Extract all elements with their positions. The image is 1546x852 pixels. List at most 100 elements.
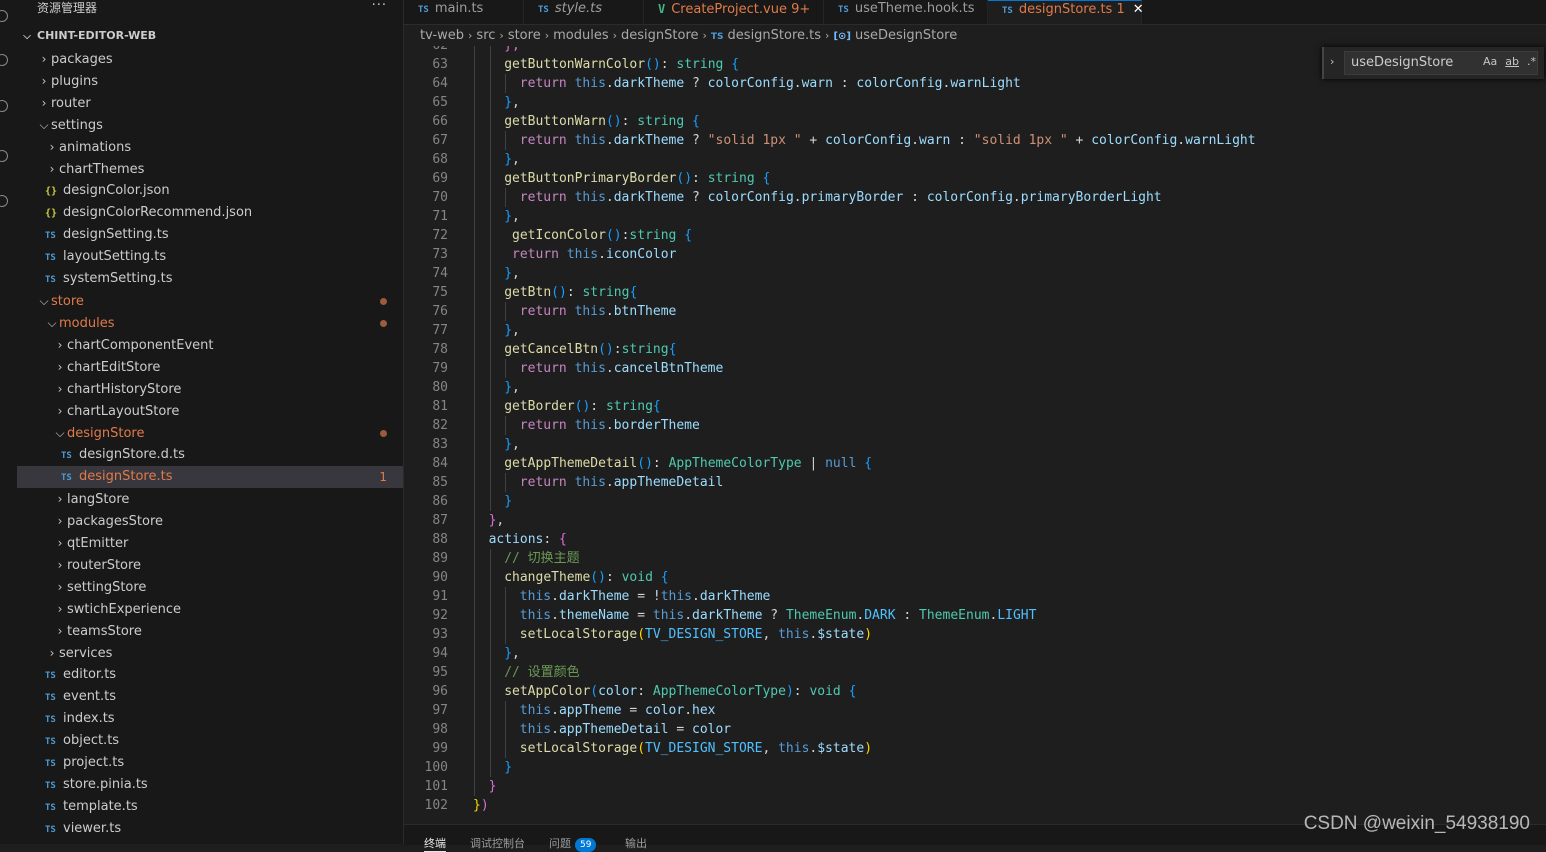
tree-file[interactable]: TS template.ts <box>17 796 403 818</box>
tree-folder[interactable]: › router <box>17 92 403 114</box>
code-line[interactable]: 90 changeTheme(): void { <box>404 568 1546 587</box>
code-line[interactable]: 79 return this.cancelBtnTheme <box>404 359 1546 378</box>
tree-folder[interactable]: ⌵ modules <box>17 312 403 334</box>
tree-folder[interactable]: › teamsStore <box>17 620 403 642</box>
code-line[interactable]: 89 // 切换主题 <box>404 549 1546 568</box>
tree-folder[interactable]: ⌵ designStore <box>17 422 403 444</box>
code-line[interactable]: 86} <box>404 492 1546 511</box>
code-line[interactable]: 74}, <box>404 264 1546 283</box>
code-line[interactable]: 82 return this.borderTheme <box>404 416 1546 435</box>
tree-folder[interactable]: › services <box>17 642 403 664</box>
tree-folder[interactable]: › chartThemes <box>17 158 403 180</box>
tree-file[interactable]: TS event.ts <box>17 686 403 708</box>
code-line[interactable]: 68}, <box>404 150 1546 169</box>
explorer-icon[interactable] <box>0 10 8 22</box>
tree-folder[interactable]: ⌵ settings <box>17 114 403 136</box>
breadcrumb-item[interactable]: modules <box>553 28 609 43</box>
tree-file[interactable]: TS viewer.ts <box>17 818 403 840</box>
tree-file[interactable]: TS designSetting.ts <box>17 224 403 246</box>
tree-folder[interactable]: › animations <box>17 136 403 158</box>
code-line[interactable]: 81 getBorder(): string{ <box>404 397 1546 416</box>
match-whole-word-icon[interactable]: ab <box>1505 55 1519 68</box>
code-line[interactable]: 92 this.themeName = this.darkTheme ? Them… <box>404 606 1546 625</box>
extensions-icon[interactable] <box>0 195 8 207</box>
code-line[interactable]: 87}, <box>404 511 1546 530</box>
code-line[interactable]: 93 setLocalStorage(TV_DESIGN_STORE, this.… <box>404 625 1546 644</box>
tree-file[interactable]: TS systemSetting.ts <box>17 268 403 290</box>
code-line[interactable]: 83}, <box>404 435 1546 454</box>
code-line[interactable]: 72 getIconColor():string { <box>404 226 1546 245</box>
code-line[interactable]: 75 getBtn(): string{ <box>404 283 1546 302</box>
tree-folder[interactable]: › packagesStore <box>17 510 403 532</box>
more-actions-icon[interactable]: ··· <box>372 0 387 13</box>
tree-file[interactable]: {} designColor.json <box>17 180 403 202</box>
code-line[interactable]: 101} <box>404 777 1546 796</box>
code-line[interactable]: 84 getAppThemeDetail(): AppThemeColorType… <box>404 454 1546 473</box>
tree-folder[interactable]: › packages <box>17 48 403 70</box>
tree-folder[interactable]: › settingStore <box>17 576 403 598</box>
tree-folder[interactable]: › langStore <box>17 488 403 510</box>
tree-folder[interactable]: › qtEmitter <box>17 532 403 554</box>
tree-file[interactable]: TS editor.ts <box>17 664 403 686</box>
tree-file[interactable]: TS project.ts <box>17 752 403 774</box>
breadcrumb-file[interactable]: designStore.ts <box>728 28 822 43</box>
code-line[interactable]: 85 return this.appThemeDetail <box>404 473 1546 492</box>
code-line[interactable]: 98 this.appThemeDetail = color <box>404 720 1546 739</box>
breadcrumb-item[interactable]: store <box>508 28 541 43</box>
tree-file[interactable]: TS store.pinia.ts <box>17 774 403 796</box>
project-root[interactable]: ⌵ CHINT-EDITOR-WEB <box>17 26 156 46</box>
code-line[interactable]: 95 // 设置颜色 <box>404 663 1546 682</box>
code-line[interactable]: 94}, <box>404 644 1546 663</box>
code-line[interactable]: 65}, <box>404 93 1546 112</box>
close-icon[interactable]: ✕ <box>1133 2 1144 17</box>
code-line[interactable]: 67 return this.darkTheme ? "solid 1px " +… <box>404 131 1546 150</box>
tree-folder[interactable]: › chartComponentEvent <box>17 334 403 356</box>
code-line[interactable]: 71}, <box>404 207 1546 226</box>
panel-tab[interactable]: 输出 <box>625 835 647 851</box>
toggle-replace-icon[interactable]: › <box>1330 55 1334 68</box>
breadcrumb-item[interactable]: src <box>476 28 495 43</box>
code-line[interactable]: 70 return this.darkTheme ? colorConfig.pr… <box>404 188 1546 207</box>
tree-folder[interactable]: › swtichExperience <box>17 598 403 620</box>
code-line[interactable]: 66 getButtonWarn(): string { <box>404 112 1546 131</box>
tree-file[interactable]: TS designStore.ts 1 <box>17 466 403 488</box>
editor-tab[interactable]: TS designStore.ts 1 ✕ <box>988 0 1144 24</box>
breadcrumb-item[interactable]: tv-web <box>420 28 464 43</box>
editor-tab[interactable]: TS useTheme.hook.ts <box>824 0 988 24</box>
tree-file[interactable]: TS index.ts <box>17 708 403 730</box>
tree-folder[interactable]: › chartEditStore <box>17 356 403 378</box>
run-debug-icon[interactable] <box>0 150 8 162</box>
breadcrumb-item[interactable]: designStore <box>621 28 699 43</box>
code-line[interactable]: 97 this.appTheme = color.hex <box>404 701 1546 720</box>
code-line[interactable]: 96 setAppColor(color: AppThemeColorType):… <box>404 682 1546 701</box>
match-case-icon[interactable]: Aa <box>1483 55 1497 68</box>
code-line[interactable]: 73 return this.iconColor <box>404 245 1546 264</box>
source-control-icon[interactable] <box>0 100 8 112</box>
tree-file[interactable]: TS layoutSetting.ts <box>17 246 403 268</box>
tree-file[interactable]: {} designColorRecommend.json <box>17 202 403 224</box>
editor-tab[interactable]: TS main.ts <box>404 0 524 24</box>
code-line[interactable]: 88 actions: { <box>404 530 1546 549</box>
search-icon[interactable] <box>0 54 8 66</box>
tree-file[interactable]: TS object.ts <box>17 730 403 752</box>
tree-folder[interactable]: › plugins <box>17 70 403 92</box>
editor-tab[interactable]: TS style.ts <box>524 0 644 24</box>
code-line[interactable]: 100} <box>404 758 1546 777</box>
code-editor[interactable]: 62},63getButtonWarnColor(): string {64re… <box>404 46 1546 824</box>
tree-folder[interactable]: ⌵ store <box>17 290 403 312</box>
breadcrumb-symbol[interactable]: useDesignStore <box>855 28 957 43</box>
tree-folder[interactable]: › chartLayoutStore <box>17 400 403 422</box>
editor-tab[interactable]: V CreateProject.vue 9+ <box>644 0 824 24</box>
code-line[interactable]: 80}, <box>404 378 1546 397</box>
code-line[interactable]: 78 getCancelBtn():string{ <box>404 340 1546 359</box>
tree-file[interactable]: TS designStore.d.ts <box>17 444 403 466</box>
regex-icon[interactable]: .* <box>1527 55 1536 68</box>
tree-folder[interactable]: › routerStore <box>17 554 403 576</box>
code-line[interactable]: 91 this.darkTheme = !this.darkTheme <box>404 587 1546 606</box>
code-line[interactable]: 77}, <box>404 321 1546 340</box>
code-line[interactable]: 76 return this.btnTheme <box>404 302 1546 321</box>
code-line[interactable]: 99 setLocalStorage(TV_DESIGN_STORE, this.… <box>404 739 1546 758</box>
tree-folder[interactable]: › chartHistoryStore <box>17 378 403 400</box>
code-line[interactable]: 69 getButtonPrimaryBorder(): string { <box>404 169 1546 188</box>
panel-tab[interactable]: 调试控制台 <box>470 835 525 851</box>
